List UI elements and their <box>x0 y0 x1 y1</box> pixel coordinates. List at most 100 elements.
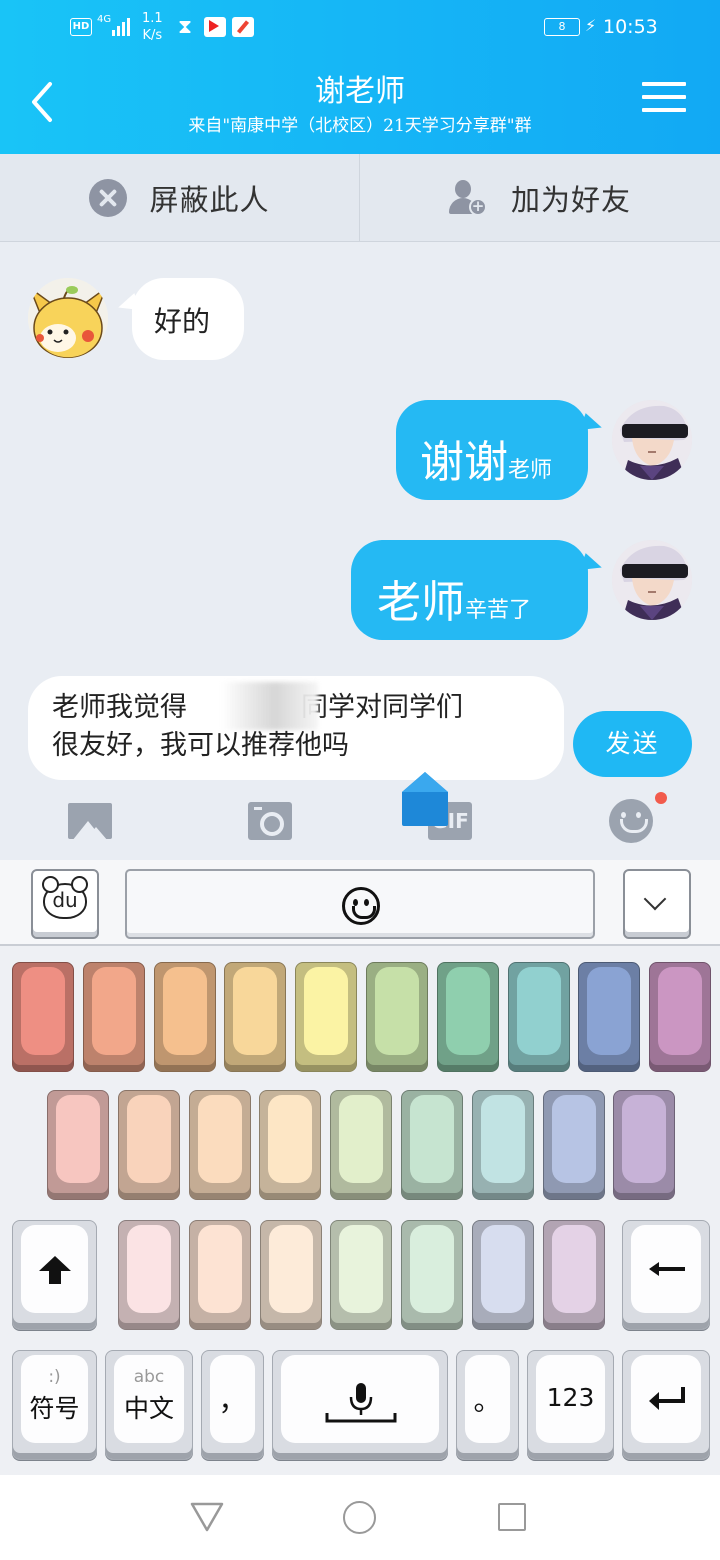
video-app-icon <box>204 17 226 37</box>
signal-icon <box>112 16 134 36</box>
numbers-key[interactable]: 123 <box>527 1350 614 1460</box>
backspace-key[interactable] <box>622 1220 710 1330</box>
add-friend-label: 加为好友 <box>510 183 631 217</box>
enter-arrow-icon <box>649 1387 685 1410</box>
redaction-blur <box>222 682 318 730</box>
text-cursor-handle[interactable] <box>402 772 448 826</box>
nav-home-icon[interactable] <box>343 1501 376 1534</box>
anime-character-avatar-icon <box>612 400 692 480</box>
color-key-row1-10[interactable] <box>649 962 712 1072</box>
language-label: 中文 <box>123 1394 174 1423</box>
color-key-row2-1[interactable] <box>47 1090 109 1200</box>
chat-title: 谢老师 <box>315 74 405 109</box>
color-key-row1-8[interactable] <box>507 962 570 1072</box>
add-friend-icon: + <box>448 178 489 218</box>
color-key-row1-7[interactable] <box>436 962 499 1072</box>
color-key-row1-1[interactable] <box>12 962 74 1072</box>
network-type: 4G <box>97 14 112 25</box>
nav-back-icon[interactable] <box>190 1501 224 1533</box>
shift-arrow-icon <box>39 1256 71 1284</box>
color-key-row1-6[interactable] <box>366 962 428 1072</box>
add-friend-button[interactable]: + 加为好友 <box>360 154 720 242</box>
smiley-icon <box>342 887 380 925</box>
language-switch-key[interactable]: abc 中文 <box>105 1350 193 1460</box>
message-text-large: 老师 <box>377 577 465 628</box>
hd-badge: HD <box>70 18 92 36</box>
period-label: 。 <box>473 1384 502 1417</box>
message-text: 好的 <box>154 305 211 338</box>
camera-icon[interactable] <box>248 802 292 840</box>
numbers-label: 123 <box>546 1383 595 1412</box>
message-text-large: 谢谢 <box>420 437 508 488</box>
net-speed: 1.1 K/s <box>142 10 163 44</box>
color-key-row2-2[interactable] <box>117 1090 180 1200</box>
battery-icon: 8 <box>544 18 580 36</box>
charging-icon: ⚡ <box>585 16 597 35</box>
net-speed-unit: K/s <box>142 28 163 43</box>
block-user-button[interactable]: 屏蔽此人 <box>0 154 360 242</box>
color-key-row3-1[interactable] <box>118 1220 180 1330</box>
microphone-icon <box>325 1383 397 1423</box>
period-key[interactable]: 。 <box>456 1350 519 1460</box>
color-key-row2-5[interactable] <box>330 1090 393 1200</box>
color-key-row2-6[interactable] <box>401 1090 463 1200</box>
chat-subtitle: 来自"南康中学（北校区）21天学习分享群"群 <box>188 116 532 136</box>
status-bar: HD 4G 1.1 K/s ⧗ 8 ⚡ 10:53 <box>0 0 720 54</box>
message-bubble-outgoing[interactable]: 老师辛苦了 <box>351 540 588 640</box>
browser-app-icon <box>232 17 254 37</box>
input-text-start: 老师我觉得 <box>52 692 187 723</box>
space-voice-key[interactable] <box>272 1350 448 1460</box>
pikachu-avatar-icon <box>28 278 108 358</box>
color-key-row2-7[interactable] <box>471 1090 534 1200</box>
color-key-row2-3[interactable] <box>188 1090 251 1200</box>
block-icon <box>89 179 128 217</box>
my-avatar[interactable] <box>612 400 692 480</box>
color-key-row3-5[interactable] <box>401 1220 464 1330</box>
color-key-row2-9[interactable] <box>613 1090 676 1200</box>
contact-avatar[interactable] <box>28 278 108 358</box>
comma-key[interactable]: ， <box>201 1350 264 1460</box>
symbol-label: 符号 <box>29 1394 80 1423</box>
clock: 10:53 <box>603 16 658 38</box>
symbol-hint: :) <box>48 1367 61 1387</box>
shift-key[interactable] <box>12 1220 97 1330</box>
color-key-row1-9[interactable] <box>578 962 641 1072</box>
color-key-row3-3[interactable] <box>259 1220 322 1330</box>
message-text-small: 老师 <box>508 458 553 483</box>
emoji-candidate-bar[interactable] <box>125 869 595 939</box>
enter-key[interactable] <box>622 1350 710 1460</box>
comma-label: ， <box>218 1384 247 1417</box>
color-key-row1-2[interactable] <box>82 962 145 1072</box>
message-bubble-outgoing[interactable]: 谢谢老师 <box>396 400 588 500</box>
color-key-row1-3[interactable] <box>153 962 216 1072</box>
my-avatar[interactable] <box>612 540 692 620</box>
baidu-ime-logo-button[interactable]: du <box>31 869 99 939</box>
chat-header: HD 4G 1.1 K/s ⧗ 8 ⚡ 10:53 谢老师 来自"南康中学（北校… <box>0 0 720 154</box>
symbol-key[interactable]: :) 符号 <box>12 1350 97 1460</box>
input-line-2: 很友好，我可以推荐他吗 <box>52 730 349 761</box>
message-text-small: 辛苦了 <box>465 598 532 623</box>
du-bear-icon: du <box>42 876 88 919</box>
color-key-row2-4[interactable] <box>259 1090 322 1200</box>
color-key-row3-2[interactable] <box>188 1220 251 1330</box>
image-picker-icon[interactable] <box>68 803 112 839</box>
send-button[interactable]: 发送 <box>573 711 692 777</box>
color-key-row3-7[interactable] <box>542 1220 605 1330</box>
message-input[interactable]: 老师我觉得 同学对同学们 很友好，我可以推荐他吗 <box>28 676 564 780</box>
menu-button[interactable] <box>642 82 686 122</box>
color-key-row1-4[interactable] <box>224 962 287 1072</box>
notification-dot <box>655 792 667 804</box>
color-key-row1-5[interactable] <box>295 962 358 1072</box>
message-bubble-incoming[interactable]: 好的 <box>132 278 244 360</box>
color-key-row3-6[interactable] <box>472 1220 534 1330</box>
anime-character-avatar-icon <box>612 540 692 620</box>
emoji-icon[interactable] <box>609 799 653 843</box>
block-user-label: 屏蔽此人 <box>149 183 270 217</box>
nav-recents-icon[interactable] <box>498 1503 526 1531</box>
color-key-row3-4[interactable] <box>330 1220 393 1330</box>
hourglass-icon: ⧗ <box>178 14 193 38</box>
hamburger-menu-icon <box>642 82 686 86</box>
collapse-keyboard-button[interactable] <box>623 869 691 939</box>
stranger-action-bar: 屏蔽此人 + 加为好友 <box>0 154 720 242</box>
color-key-row2-8[interactable] <box>542 1090 605 1200</box>
